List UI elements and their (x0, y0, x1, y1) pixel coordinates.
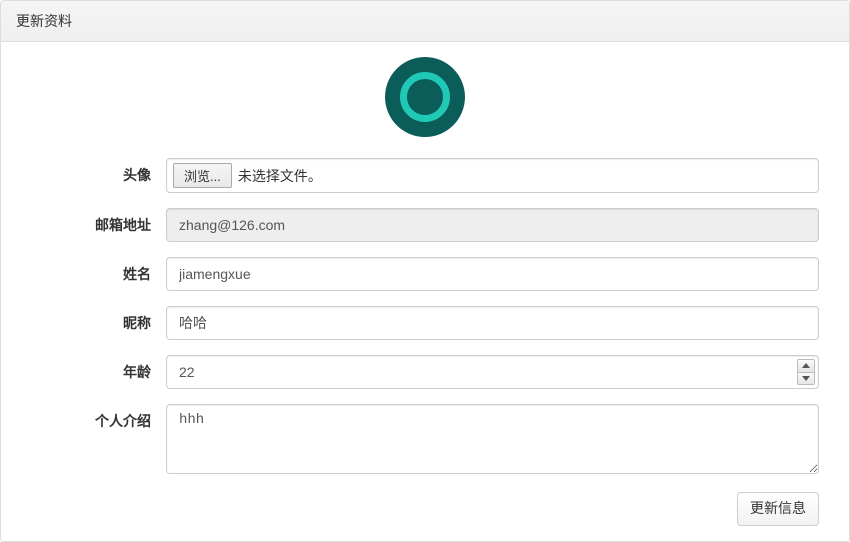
file-input[interactable]: 浏览... 未选择文件。 (166, 158, 819, 193)
bio-field[interactable] (166, 404, 819, 474)
label-name: 姓名 (16, 257, 166, 284)
avatar-container (16, 57, 834, 140)
chevron-up-icon (802, 363, 810, 368)
row-avatar: 头像 浏览... 未选择文件。 (16, 158, 834, 193)
panel-body: 头像 浏览... 未选择文件。 邮箱地址 姓名 昵称 (1, 42, 849, 541)
name-field[interactable] (166, 257, 819, 291)
avatar-input-wrap: 浏览... 未选择文件。 (166, 158, 834, 193)
label-nickname: 昵称 (16, 306, 166, 333)
submit-button[interactable]: 更新信息 (737, 492, 819, 526)
label-age: 年龄 (16, 355, 166, 382)
update-profile-panel: 更新资料 头像 浏览... 未选择文件。 邮箱地址 姓名 (0, 0, 850, 542)
row-age: 年龄 (16, 355, 834, 389)
age-stepper (166, 355, 819, 389)
age-decrement-button[interactable] (798, 373, 814, 385)
browse-button[interactable]: 浏览... (173, 163, 232, 188)
file-status-text: 未选择文件。 (238, 166, 322, 186)
label-avatar: 头像 (16, 158, 166, 185)
label-email: 邮箱地址 (16, 208, 166, 235)
row-nickname: 昵称 (16, 306, 834, 340)
age-field[interactable] (166, 355, 819, 389)
email-field (166, 208, 819, 242)
row-bio: 个人介绍 (16, 404, 834, 477)
chevron-down-icon (802, 376, 810, 381)
age-spinner (797, 359, 815, 385)
row-email: 邮箱地址 (16, 208, 834, 242)
row-name: 姓名 (16, 257, 834, 291)
panel-title: 更新资料 (1, 1, 849, 42)
age-increment-button[interactable] (798, 360, 814, 373)
avatar-image (385, 57, 465, 137)
label-bio: 个人介绍 (16, 404, 166, 431)
nickname-field[interactable] (166, 306, 819, 340)
submit-row: 更新信息 (16, 492, 834, 526)
avatar-ring-icon (400, 72, 450, 122)
